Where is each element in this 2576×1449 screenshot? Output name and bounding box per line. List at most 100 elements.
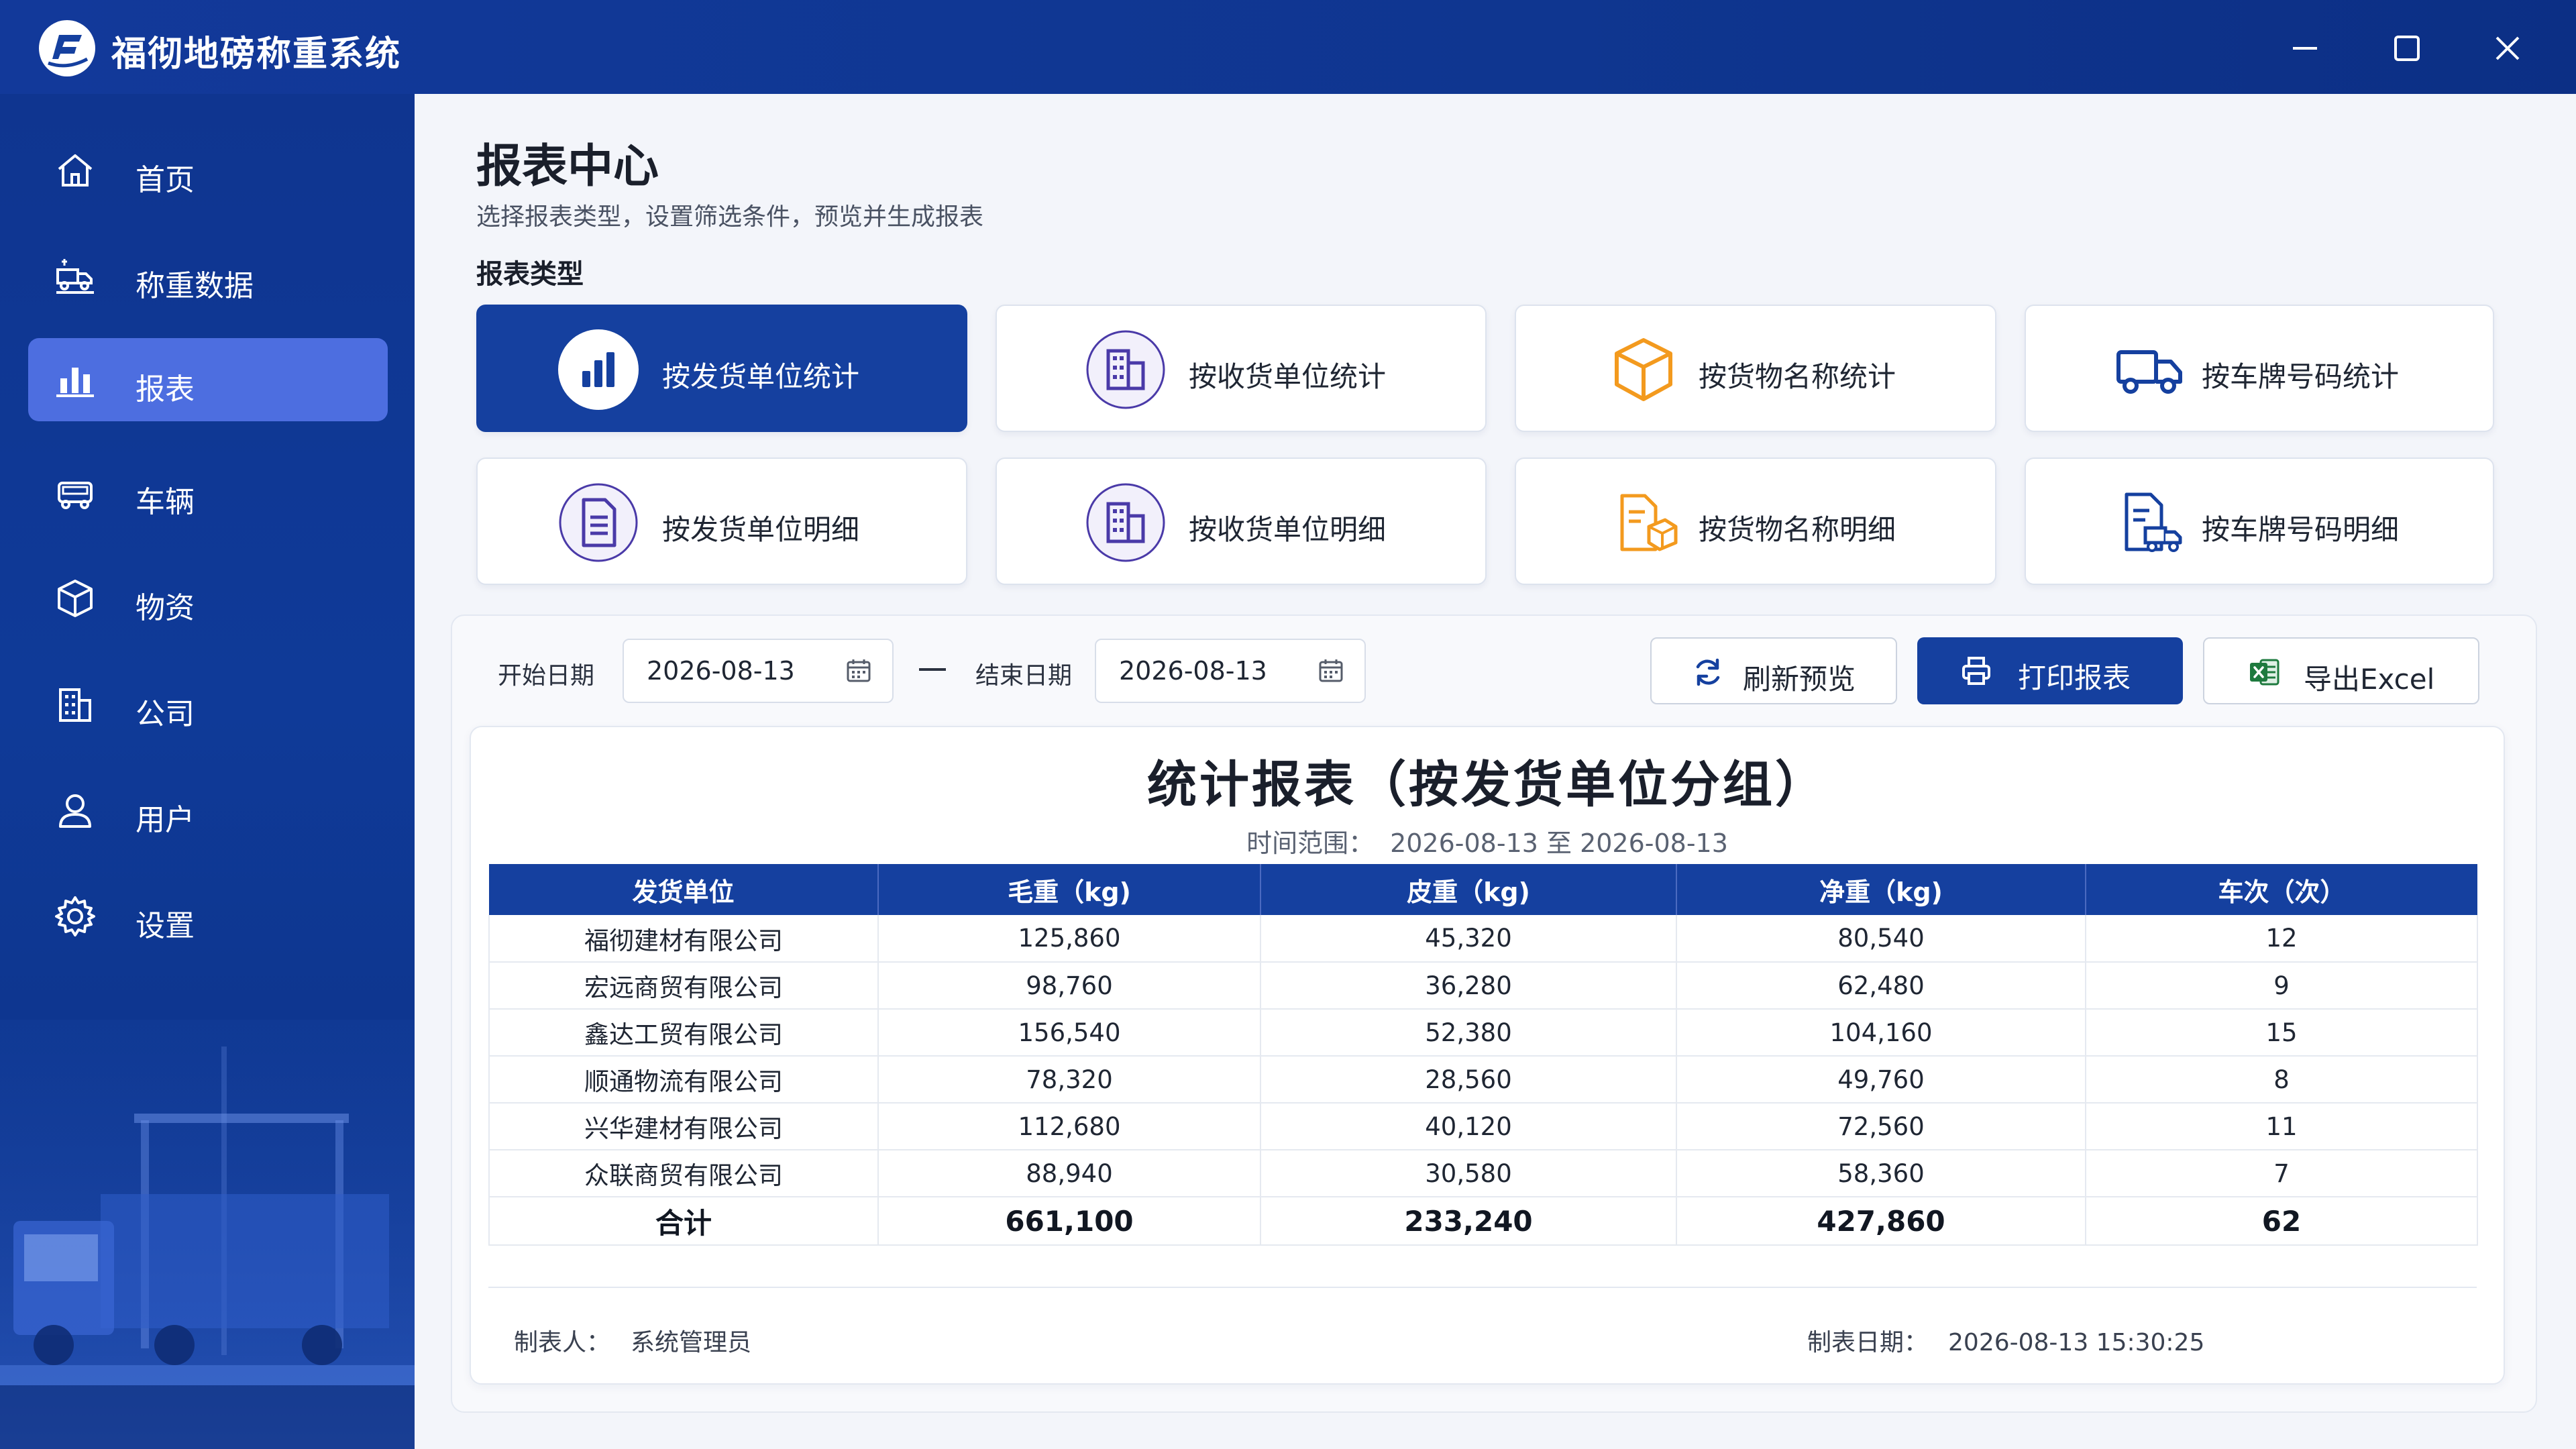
report-card-by-receiver-stats[interactable]: 按收货单位统计 xyxy=(996,305,1487,432)
document-box-icon xyxy=(1620,494,1678,551)
table-cell: 78,320 xyxy=(878,1056,1261,1104)
truck-scene-illustration xyxy=(0,1020,415,1449)
sidebar-item-materials[interactable]: 物资 xyxy=(28,557,388,640)
table-row: 顺通物流有限公司 78,320 28,560 49,760 8 xyxy=(488,1056,2478,1104)
sidebar-item-vehicles[interactable]: 车辆 xyxy=(28,451,388,534)
table-cell: 58,360 xyxy=(1676,1150,2086,1197)
sidebar-item-label: 物资 xyxy=(136,591,195,625)
home-icon xyxy=(58,154,93,186)
app-title: 福彻地磅称重系统 xyxy=(111,34,402,74)
report-card-label: 按发货单位明细 xyxy=(662,513,860,546)
table-cell: 7 xyxy=(2086,1150,2478,1197)
sidebar-item-settings[interactable]: 设置 xyxy=(28,875,388,958)
report-title: 统计报表（按发货单位分组） xyxy=(1147,756,1827,814)
column-header: 发货单位 xyxy=(489,864,879,915)
bar-chart-icon xyxy=(56,368,94,397)
table-row: 福彻建材有限公司 125,860 45,320 80,540 12 xyxy=(488,915,2478,963)
table-cell: 104,160 xyxy=(1676,1009,2086,1057)
report-card-by-plate-stats[interactable]: 按车牌号码统计 xyxy=(2025,305,2494,432)
end-date-label: 结束日期 xyxy=(975,662,1073,690)
table-header-row: 发货单位 毛重（kg) 皮重（kg) 净重（kg) 车次（次） xyxy=(489,864,2477,915)
print-report-button[interactable]: 打印报表 xyxy=(1917,637,2183,704)
document-circle-icon xyxy=(559,483,638,562)
report-card-by-receiver-detail[interactable]: 按收货单位明细 xyxy=(996,458,1487,585)
table-cell: 62 xyxy=(2086,1197,2478,1246)
sidebar-item-home[interactable]: 首页 xyxy=(28,129,388,212)
table-cell: 80,540 xyxy=(1676,915,2086,963)
table-row: 众联商贸有限公司 88,940 30,580 58,360 7 xyxy=(488,1150,2478,1197)
calendar-icon[interactable] xyxy=(845,657,872,684)
report-card-by-goods-stats[interactable]: 按货物名称统计 xyxy=(1515,305,1996,432)
table-cell: 顺通物流有限公司 xyxy=(488,1056,879,1104)
date-value: 2026-08-13 15:30:25 xyxy=(1948,1329,2205,1356)
table-cell: 661,100 xyxy=(878,1197,1261,1246)
truck-scale-icon xyxy=(56,259,94,294)
table-cell: 233,240 xyxy=(1260,1197,1677,1246)
table-cell: 宏远商贸有限公司 xyxy=(488,962,879,1010)
table-cell: 156,540 xyxy=(878,1009,1261,1057)
sidebar-item-label: 首页 xyxy=(136,163,195,197)
cube-icon xyxy=(58,580,93,617)
report-maker: 制表人： 系统管理员 xyxy=(514,1323,751,1358)
report-card-by-goods-detail[interactable]: 按货物名称明细 xyxy=(1515,458,1996,585)
table-row: 兴华建材有限公司 112,680 40,120 72,560 11 xyxy=(488,1103,2478,1150)
sidebar-item-label: 设置 xyxy=(136,909,195,943)
sidebar-item-users[interactable]: 用户 xyxy=(28,769,388,852)
report-table: 发货单位 毛重（kg) 皮重（kg) 净重（kg) 车次（次） 福彻建材有限公司… xyxy=(488,864,2478,1246)
sidebar-item-label: 车辆 xyxy=(136,485,195,519)
date-range-separator xyxy=(919,668,946,671)
column-header: 车次（次） xyxy=(2086,864,2477,915)
table-cell: 40,120 xyxy=(1260,1103,1677,1150)
building-circle-icon xyxy=(1086,330,1165,409)
report-card-by-shipper-stats[interactable]: 按发货单位统计 xyxy=(476,305,967,432)
maximize-button[interactable] xyxy=(2383,24,2431,72)
user-icon xyxy=(59,794,91,828)
app-logo-icon xyxy=(39,20,95,76)
sidebar-item-companies[interactable]: 公司 xyxy=(28,663,388,746)
column-header: 净重（kg) xyxy=(1676,864,2086,915)
table-cell: 45,320 xyxy=(1260,915,1677,963)
minimize-button[interactable] xyxy=(2281,24,2329,72)
page-title: 报表中心 xyxy=(476,140,659,193)
table-cell: 合计 xyxy=(488,1197,879,1246)
time-range-value: 2026-08-13 至 2026-08-13 xyxy=(1390,828,1728,858)
close-button[interactable] xyxy=(2483,24,2532,72)
table-row: 宏远商贸有限公司 98,760 36,280 62,480 9 xyxy=(488,962,2478,1010)
table-cell: 62,480 xyxy=(1676,962,2086,1010)
sidebar-item-label: 用户 xyxy=(136,803,195,837)
table-cell: 72,560 xyxy=(1676,1103,2086,1150)
table-cell: 52,380 xyxy=(1260,1009,1677,1057)
sidebar-item-reports[interactable]: 报表 xyxy=(28,338,388,421)
sidebar-item-label: 公司 xyxy=(136,697,195,731)
refresh-preview-button[interactable]: 刷新预览 xyxy=(1650,637,1897,704)
excel-icon xyxy=(2250,659,2279,686)
table-cell: 众联商贸有限公司 xyxy=(488,1150,879,1197)
table-cell: 28,560 xyxy=(1260,1056,1677,1104)
box-icon xyxy=(1615,338,1672,401)
report-time-range: 时间范围： 2026-08-13 至 2026-08-13 xyxy=(470,822,2505,859)
table-cell: 427,860 xyxy=(1676,1197,2086,1246)
title-bar: 福彻地磅称重系统 xyxy=(0,0,2576,94)
export-excel-button[interactable]: 导出Excel xyxy=(2203,637,2479,704)
export-excel-label: 导出Excel xyxy=(2304,663,2435,696)
report-card-label: 按货物名称明细 xyxy=(1699,513,1896,546)
report-card-by-plate-detail[interactable]: 按车牌号码明细 xyxy=(2025,458,2494,585)
table-cell: 98,760 xyxy=(878,962,1261,1010)
report-card-label: 按收货单位明细 xyxy=(1189,513,1387,546)
table-cell: 125,860 xyxy=(878,915,1261,963)
report-date: 制表日期： 2026-08-13 15:30:25 xyxy=(1807,1323,2204,1358)
calendar-icon[interactable] xyxy=(1318,657,1344,684)
report-card-label: 按收货单位统计 xyxy=(1189,360,1387,393)
sidebar-item-weighing-data[interactable]: 称重数据 xyxy=(28,235,388,318)
report-divider xyxy=(488,1287,2477,1288)
print-report-label: 打印报表 xyxy=(2018,661,2131,694)
refresh-icon xyxy=(1696,658,1720,686)
table-cell: 11 xyxy=(2086,1103,2478,1150)
document-truck-icon xyxy=(2125,492,2182,552)
start-date-label: 开始日期 xyxy=(498,662,595,690)
report-card-by-shipper-detail[interactable]: 按发货单位明细 xyxy=(476,458,967,585)
table-row: 鑫达工贸有限公司 156,540 52,380 104,160 15 xyxy=(488,1009,2478,1057)
table-cell: 8 xyxy=(2086,1056,2478,1104)
table-cell: 9 xyxy=(2086,962,2478,1010)
table-cell: 12 xyxy=(2086,915,2478,963)
